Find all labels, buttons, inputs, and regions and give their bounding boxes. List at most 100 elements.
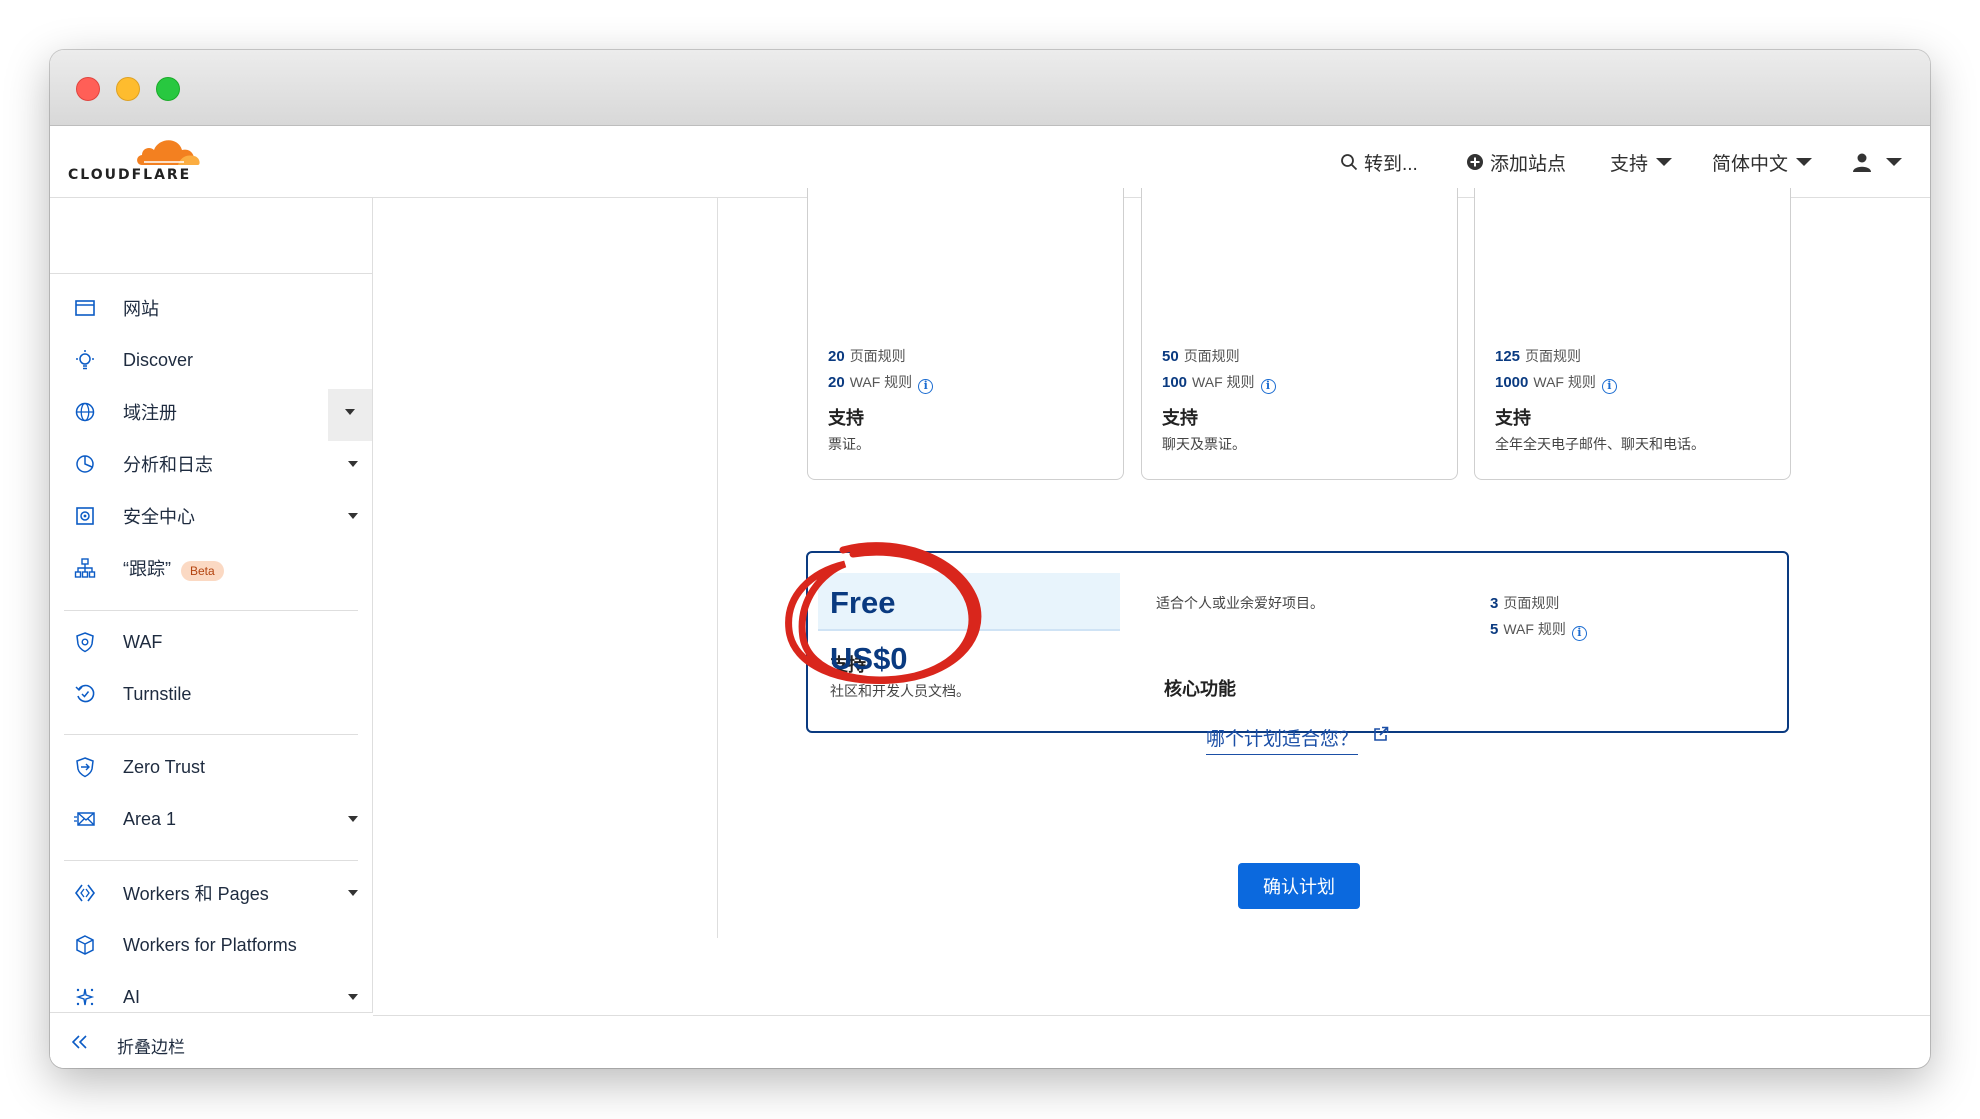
plan-card-free-selected[interactable]: Free 支持 US$0 社区和开发人员文档。 适合个人或业余爱好项目。 核心功… (806, 551, 1789, 733)
chevron-down-icon (1656, 158, 1673, 166)
sidebar-item-label: 分析和日志 (123, 455, 213, 475)
support-title: 支持 (828, 408, 864, 428)
waf-rules-label: WAF 规则 (1503, 621, 1566, 637)
info-icon[interactable]: i (1601, 379, 1617, 394)
user-icon (1853, 153, 1871, 172)
workers-icon (75, 884, 95, 902)
plus-circle-icon (1467, 154, 1483, 170)
info-icon[interactable]: i (1260, 379, 1276, 394)
support-description: 社区和开发人员文档。 (830, 683, 970, 699)
info-icon[interactable]: i (918, 379, 934, 394)
support-description: 票证。 (828, 436, 870, 452)
sidebar-item-label: “跟踪” Beta (123, 555, 224, 581)
security-center-icon (76, 507, 94, 525)
which-plan-link[interactable]: 哪个计划适合您？ (1206, 724, 1359, 755)
sidebar-item-label: Turnstile (123, 683, 192, 704)
page-rules-label: 页面规则 (1183, 348, 1240, 364)
sidebar-item-discover[interactable]: Discover (50, 337, 372, 383)
sidebar-item-label: Workers 和 Pages (123, 884, 269, 904)
collapse-sidebar-label: 折叠边栏 (117, 1038, 185, 1057)
search-icon (1341, 154, 1358, 171)
logo-text: CLOUDFLARE (68, 167, 192, 183)
sidebar-item-trace[interactable]: “跟踪” Beta (50, 545, 372, 591)
sidebar-item-label: Zero Trust (123, 756, 206, 777)
sidebar-item-label: 域注册 (123, 403, 177, 423)
info-icon[interactable]: i (1571, 626, 1587, 641)
waf-rules-line: 100 WAF 规则 i (1162, 372, 1276, 394)
support-title: 支持 (1495, 408, 1531, 428)
page-rules-label: 页面规则 (1525, 348, 1582, 364)
network-tree-icon (74, 558, 96, 578)
sparkle-icon (75, 988, 95, 1006)
chevron-down-icon[interactable] (348, 994, 358, 1000)
mail-icon (74, 812, 95, 826)
globe-icon (75, 402, 95, 422)
chevron-down-icon[interactable] (348, 816, 358, 822)
sidebar-item-label: WAF (123, 631, 163, 652)
lightbulb-icon (76, 350, 94, 370)
sidebar: 网站 Discover 域注册 分析和日志 安全中心 “跟踪” Beta WAF… (50, 198, 373, 1068)
chevron-down-icon[interactable] (348, 461, 358, 467)
waf-rules-line: 1000 WAF 规则 i (1495, 372, 1617, 394)
waf-rules-label: WAF 规则 (849, 374, 913, 390)
plan-card-enterprise[interactable]: 125 页面规则 1000 WAF 规则 i 支持 全年全天电子邮件、聊天和电话。 (1474, 188, 1791, 480)
page-rules-line: 3 页面规则 (1490, 593, 1559, 613)
zero-trust-icon (76, 757, 94, 778)
chevron-down-icon (345, 409, 355, 415)
plan-description: 适合个人或业余爱好项目。 (1156, 595, 1324, 611)
sidebar-item-workers-platforms[interactable]: Workers for Platforms (50, 922, 372, 968)
expand-toggle[interactable] (328, 389, 372, 441)
waf-rules-label: WAF 规则 (1533, 374, 1596, 390)
sidebar-item-waf[interactable]: WAF (50, 619, 372, 665)
shield-gear-icon (76, 632, 94, 653)
content-divider (717, 198, 718, 938)
page-rules-label: 页面规则 (1503, 595, 1560, 611)
beta-badge: Beta (181, 561, 224, 581)
title-bar (50, 50, 1930, 126)
cloudflare-logo[interactable]: CLOUDFLARE (68, 134, 208, 186)
cube-icon (76, 935, 94, 955)
collapse-sidebar-button[interactable]: 折叠边栏 (50, 1012, 373, 1068)
sidebar-item-zero-trust[interactable]: Zero Trust (50, 744, 372, 790)
chevron-down-icon[interactable] (348, 513, 358, 519)
waf-rules-count: 100 (1162, 374, 1188, 391)
minimize-window-button[interactable] (116, 77, 140, 101)
chevron-down-icon (1796, 158, 1813, 166)
waf-rules-line: 5 WAF 规则 i (1490, 619, 1587, 641)
add-site-label: 添加站点 (1490, 153, 1567, 175)
maximize-window-button[interactable] (156, 77, 180, 101)
plan-card-business[interactable]: 50 页面规则 100 WAF 规则 i 支持 聊天及票证。 (1141, 188, 1458, 480)
external-link-icon[interactable] (1373, 726, 1389, 742)
language-label: 简体中文 (1712, 153, 1789, 175)
sidebar-item-workers-pages[interactable]: Workers 和 Pages (50, 870, 372, 916)
confirm-plan-button[interactable]: 确认计划 (1238, 863, 1360, 909)
page-rules-count: 50 (1162, 348, 1179, 365)
plan-card-pro[interactable]: 20 页面规则 20 WAF 规则 i 支持 票证。 (807, 188, 1124, 480)
sidebar-item-label: 安全中心 (123, 507, 195, 527)
account-menu[interactable] (1852, 126, 1902, 198)
waf-rules-count: 1000 (1495, 374, 1529, 391)
sidebar-divider (64, 860, 358, 861)
browser-window: CLOUDFLARE 转到... 添加站点 支持 简体中文 网站 Discove… (50, 50, 1930, 1068)
sidebar-item-analytics[interactable]: 分析和日志 (50, 441, 372, 487)
chevron-down-icon[interactable] (348, 890, 358, 896)
close-window-button[interactable] (76, 77, 100, 101)
turnstile-icon (75, 684, 95, 703)
support-description: 全年全天电子邮件、聊天和电话。 (1495, 436, 1705, 452)
waf-rules-count: 20 (828, 374, 845, 391)
double-chevron-left-icon (72, 1035, 87, 1049)
waf-rules-label: WAF 规则 (1192, 374, 1255, 390)
sidebar-item-registrar[interactable]: 域注册 (50, 389, 372, 441)
sidebar-item-area1[interactable]: Area 1 (50, 796, 372, 842)
sidebar-item-websites[interactable]: 网站 (50, 285, 372, 331)
sidebar-account-header (50, 198, 373, 274)
support-title: 支持 (1162, 408, 1198, 428)
page-rules-count: 20 (828, 348, 845, 365)
page-rules-count: 125 (1495, 348, 1521, 365)
sidebar-item-label: Discover (123, 349, 194, 370)
page-rules-line: 50 页面规则 (1162, 346, 1240, 366)
chevron-down-icon (1886, 158, 1902, 166)
sidebar-item-turnstile[interactable]: Turnstile (50, 671, 372, 717)
sidebar-item-label: Workers for Platforms (123, 934, 297, 955)
sidebar-item-security-center[interactable]: 安全中心 (50, 493, 372, 539)
